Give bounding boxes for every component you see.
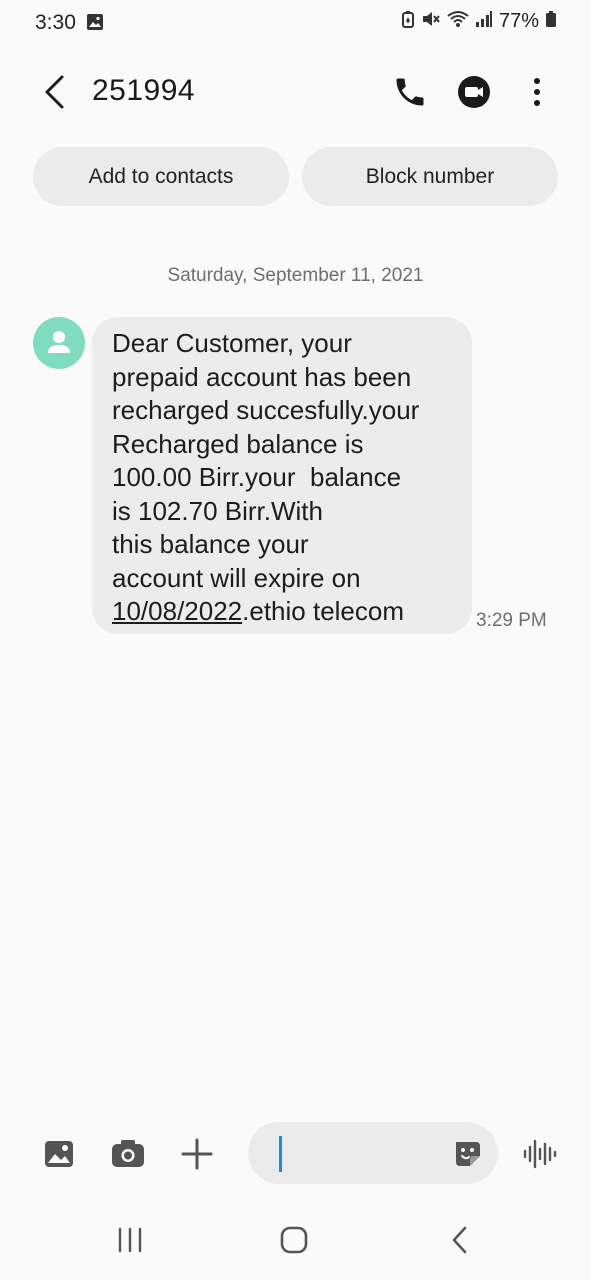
signal-icon [475, 10, 493, 33]
message-line: prepaid account has been [112, 361, 412, 392]
gallery-button[interactable] [42, 1137, 76, 1171]
message-line: recharged succesfully.your [112, 395, 420, 425]
message-line-rest: .ethio telecom [242, 596, 405, 626]
date-divider: Saturday, September 11, 2021 [167, 265, 424, 286]
back-arrow-icon [45, 75, 64, 109]
gallery-icon [45, 1141, 73, 1167]
person-icon [48, 331, 70, 353]
avatar[interactable] [33, 317, 85, 369]
battery-percent: 77% [498, 10, 539, 32]
video-call-button[interactable] [456, 74, 492, 110]
message-time: 3:29 PM [476, 610, 547, 631]
conversation-header: 251994 [0, 60, 591, 124]
call-button[interactable] [392, 74, 428, 110]
voice-wave-icon [523, 1139, 557, 1169]
more-vertical-icon [534, 78, 540, 106]
block-number-button[interactable]: Block number [302, 147, 558, 206]
phone-icon [396, 78, 424, 106]
recent-apps-icon [118, 1227, 142, 1253]
mute-icon [421, 10, 441, 33]
recent-apps-button[interactable] [114, 1226, 146, 1254]
date-link[interactable]: 10/08/2022 [112, 596, 242, 626]
status-icons: 77% [401, 10, 557, 33]
contact-number[interactable]: 251994 [92, 74, 195, 108]
home-button[interactable] [278, 1224, 310, 1256]
message-input[interactable] [248, 1122, 498, 1184]
message-composer [0, 1120, 591, 1188]
sticker-icon [456, 1142, 480, 1166]
message-line: this balance your [112, 529, 309, 559]
status-bar: 3:30 77% [0, 0, 591, 46]
voice-record-button[interactable] [522, 1137, 558, 1171]
back-chevron-icon [452, 1226, 467, 1254]
more-options-button[interactable] [522, 74, 552, 110]
back-button[interactable] [38, 74, 72, 110]
status-time: 3:30 [35, 11, 76, 34]
message-line: 100.00 Birr.your balance [112, 462, 402, 492]
video-call-icon [458, 76, 490, 108]
message-bubble[interactable]: Dear Customer, your prepaid account has … [92, 317, 472, 634]
message-line: is 102.70 Birr.With [112, 495, 323, 526]
message-line: account will expire on [112, 562, 361, 593]
battery-icon [545, 10, 557, 33]
system-navigation-bar [0, 1200, 591, 1280]
home-icon [280, 1226, 308, 1254]
messaging-screen: 3:30 77% 251994 Add to contacts Block nu… [0, 0, 591, 1280]
add-attachment-button[interactable] [180, 1135, 214, 1173]
add-to-contacts-button[interactable]: Add to contacts [33, 147, 289, 206]
message-line: Dear Customer, your [112, 328, 352, 358]
image-notification-icon [86, 13, 104, 36]
battery-saver-icon [401, 10, 415, 33]
wifi-icon [447, 10, 469, 33]
camera-button[interactable] [110, 1137, 146, 1171]
message-last-line: 10/08/2022.ethio telecom [112, 595, 460, 629]
camera-icon [112, 1140, 144, 1167]
system-back-button[interactable] [448, 1224, 472, 1256]
text-cursor [279, 1136, 282, 1172]
message-line: Recharged balance is [112, 428, 364, 459]
sticker-button[interactable] [452, 1139, 484, 1169]
plus-icon [181, 1138, 213, 1170]
